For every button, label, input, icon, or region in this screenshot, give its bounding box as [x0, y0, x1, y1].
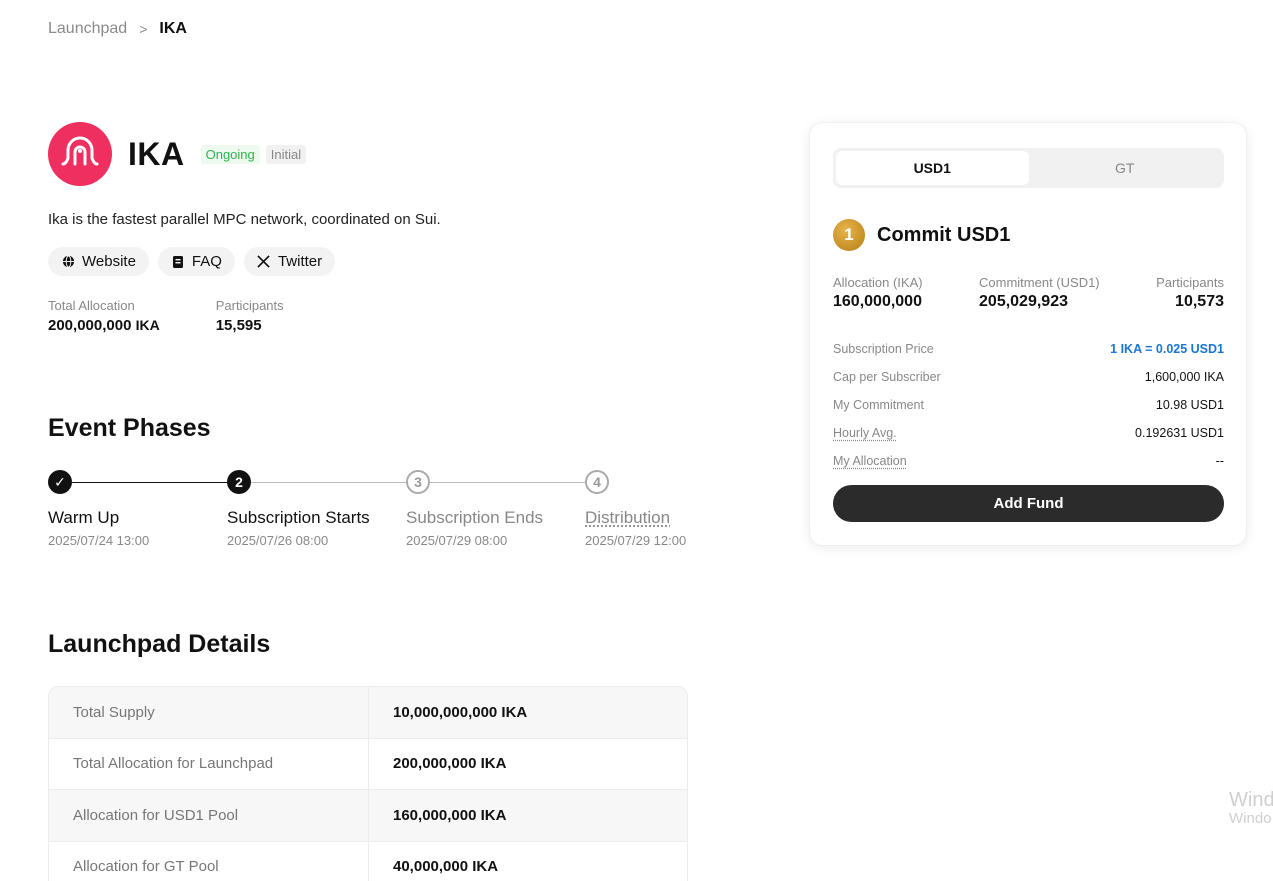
project-links: Website FAQ Twitter: [48, 247, 336, 276]
subscription-price-row: Subscription Price 1 IKA = 0.025 USD1: [833, 335, 1224, 363]
commit-card: USD1 GT 1 Commit USD1 Allocation (IKA) 1…: [809, 122, 1247, 546]
pool-participants-stat: Participants 10,573: [1156, 275, 1224, 311]
check-icon: ✓: [48, 470, 72, 494]
info-value: --: [1215, 454, 1224, 468]
participants-stat: Participants 15,595: [216, 298, 284, 334]
breadcrumb-launchpad-link[interactable]: Launchpad: [48, 20, 127, 38]
faq-link-label: FAQ: [191, 253, 222, 270]
ika-logo-icon: [48, 122, 112, 186]
pool-tabs: USD1 GT: [833, 148, 1224, 188]
table-key: Allocation for GT Pool: [49, 841, 369, 881]
pool-participants-value: 10,573: [1175, 293, 1224, 310]
table-row: Total Supply 10,000,000,000 IKA: [49, 687, 687, 739]
info-key: Cap per Subscriber: [833, 370, 941, 384]
launchpad-details-table: Total Supply 10,000,000,000 IKA Total Al…: [48, 686, 688, 881]
watermark-line-1: Wind: [1229, 789, 1273, 811]
launchpad-details-title: Launchpad Details: [48, 630, 271, 658]
event-phases-title: Event Phases: [48, 414, 211, 442]
cap-per-subscriber-row: Cap per Subscriber 1,600,000 IKA: [833, 363, 1224, 391]
globe-icon: [61, 255, 75, 269]
twitter-link[interactable]: Twitter: [243, 247, 336, 276]
tab-gt[interactable]: GT: [1029, 151, 1222, 185]
participants-value: 15,595: [215, 317, 262, 334]
watermark-line-2: Windo: [1229, 810, 1272, 827]
project-description: Ika is the fastest parallel MPC network,…: [48, 211, 441, 228]
breadcrumb: Launchpad > IKA: [48, 20, 187, 38]
phase-step-number: 2: [227, 470, 251, 494]
x-icon: [257, 255, 271, 269]
subscription-price-value: 1 IKA = 0.025 USD1: [1110, 342, 1224, 356]
table-value: 160,000,000 IKA: [393, 806, 507, 824]
info-key: My Commitment: [833, 398, 924, 412]
status-badge: Ongoing: [200, 144, 260, 164]
phase-step-number: 4: [585, 470, 609, 494]
allocation-value: 160,000,000: [833, 293, 922, 310]
os-watermark: Wind Windo: [1229, 789, 1273, 828]
phase-date: 2025/07/26 08:00: [227, 533, 329, 548]
website-link[interactable]: Website: [48, 247, 149, 276]
commitment-stat: Commitment (USD1) 205,029,923: [979, 275, 1100, 311]
total-allocation-value: 200,000,000: [48, 317, 132, 334]
commit-info-rows: Subscription Price 1 IKA = 0.025 USD1 Ca…: [833, 335, 1224, 475]
table-value: 40,000,000 IKA: [393, 858, 499, 876]
table-key: Allocation for USD1 Pool: [49, 790, 369, 841]
phase-date: 2025/07/29 12:00: [585, 533, 687, 548]
project-name: IKA: [128, 135, 185, 172]
my-allocation-tooltip-label[interactable]: My Allocation: [833, 454, 907, 468]
phase-name-distribution[interactable]: Distribution: [585, 508, 686, 528]
website-link-label: Website: [82, 253, 136, 270]
twitter-link-label: Twitter: [277, 253, 323, 270]
type-badge: Initial: [265, 144, 307, 164]
project-stats: Total Allocation 200,000,000 IKA Partici…: [48, 298, 340, 334]
info-value: 1,600,000 IKA: [1144, 370, 1224, 384]
info-key: Subscription Price: [833, 342, 934, 356]
hourly-avg-tooltip-label[interactable]: Hourly Avg.: [833, 426, 897, 440]
table-row: Allocation for GT Pool 40,000,000 IKA: [49, 841, 687, 881]
commit-stats: Allocation (IKA) 160,000,000 Commitment …: [833, 275, 1224, 311]
total-allocation-unit: IKA: [135, 317, 160, 333]
phase-date: 2025/07/29 08:00: [406, 533, 508, 548]
phase-date: 2025/07/24 13:00: [48, 533, 150, 548]
faq-link[interactable]: FAQ: [157, 247, 235, 276]
total-allocation-label: Total Allocation: [48, 298, 135, 313]
allocation-label: Allocation (IKA): [833, 275, 923, 290]
tab-usd1[interactable]: USD1: [836, 151, 1029, 185]
hourly-avg-row: Hourly Avg. 0.192631 USD1: [833, 419, 1224, 447]
table-key: Total Supply: [49, 687, 369, 738]
commit-title-row: 1 Commit USD1: [833, 219, 1010, 251]
breadcrumb-current: IKA: [159, 20, 187, 37]
commitment-value: 205,029,923: [979, 293, 1068, 310]
event-phases-timeline: ✓ Warm Up 2025/07/24 13:00 2 Subscriptio…: [48, 470, 698, 560]
allocation-stat: Allocation (IKA) 160,000,000: [833, 275, 923, 311]
commit-title: Commit USD1: [877, 223, 1011, 246]
phase-name: Warm Up: [48, 508, 120, 527]
phase-subscription-starts: 2 Subscription Starts 2025/07/26 08:00: [227, 470, 370, 548]
info-value: 10.98 USD1: [1155, 398, 1224, 412]
phase-distribution: 4 Distribution 2025/07/29 12:00: [585, 470, 686, 548]
project-header: IKA Ongoing Initial: [48, 122, 307, 186]
info-value: 0.192631 USD1: [1135, 426, 1224, 440]
table-value: 10,000,000,000 IKA: [393, 703, 528, 721]
phase-step-number: 3: [406, 470, 430, 494]
commitment-label: Commitment (USD1): [979, 275, 1100, 290]
doc-icon: [171, 255, 185, 269]
total-allocation-stat: Total Allocation 200,000,000 IKA: [48, 298, 160, 334]
my-commitment-row: My Commitment 10.98 USD1: [833, 391, 1224, 419]
phase-name: Subscription Starts: [227, 508, 370, 527]
pool-participants-label: Participants: [1156, 275, 1224, 290]
add-fund-button[interactable]: Add Fund: [833, 485, 1224, 522]
my-allocation-row: My Allocation --: [833, 447, 1224, 475]
phase-subscription-ends: 3 Subscription Ends 2025/07/29 08:00: [406, 470, 543, 548]
table-key: Total Allocation for Launchpad: [49, 738, 369, 789]
table-row: Allocation for USD1 Pool 160,000,000 IKA: [49, 790, 687, 842]
breadcrumb-separator: >: [139, 21, 148, 37]
table-row: Total Allocation for Launchpad 200,000,0…: [49, 738, 687, 790]
usd1-coin-icon: 1: [833, 219, 865, 251]
table-value: 200,000,000 IKA: [393, 755, 507, 773]
phase-name: Subscription Ends: [406, 508, 544, 527]
participants-label: Participants: [215, 298, 284, 313]
phase-warm-up: ✓ Warm Up 2025/07/24 13:00: [48, 470, 149, 548]
total-allocation-value-wrap: 200,000,000 IKA: [48, 317, 160, 334]
